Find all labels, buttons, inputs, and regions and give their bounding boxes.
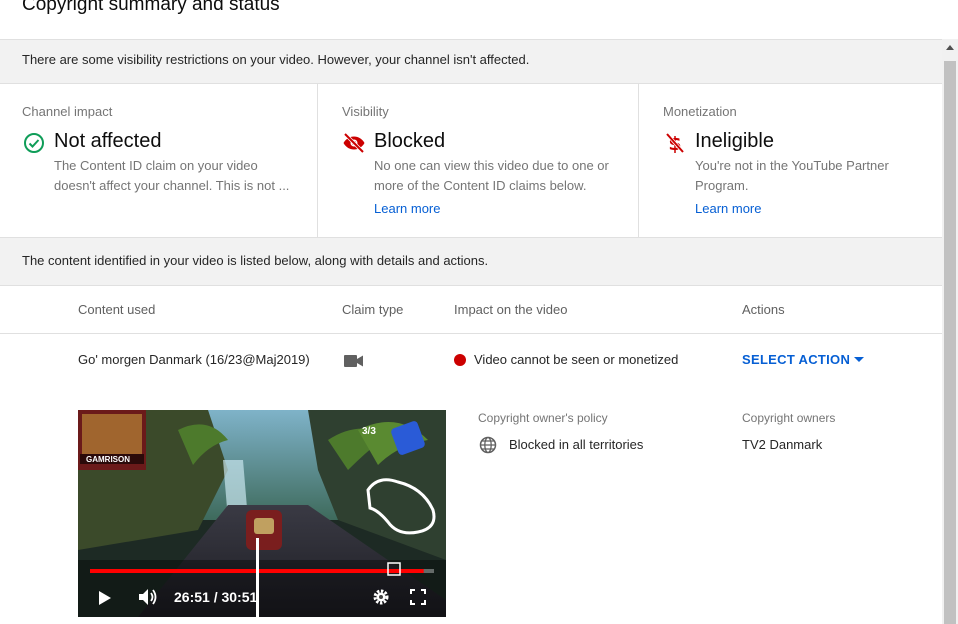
- settings-gear-icon[interactable]: [372, 588, 390, 606]
- policy-label: Copyright owner's policy: [478, 411, 608, 425]
- page-title: Copyright summary and status: [22, 0, 280, 15]
- scrollbar-thumb[interactable]: [944, 61, 956, 624]
- select-action-label: SELECT ACTION: [742, 352, 851, 367]
- policy-value: Blocked in all territories: [509, 437, 644, 452]
- header-actions: Actions: [742, 302, 785, 317]
- money-off-icon: $: [665, 132, 685, 155]
- monetization-description: You're not in the YouTube Partner Progra…: [695, 158, 889, 193]
- eye-off-icon: [343, 132, 365, 154]
- channel-impact-card: Channel impact Not affected The Content …: [0, 84, 318, 237]
- blocked-status-dot: [454, 354, 466, 366]
- content-info-bar: The content identified in your video is …: [0, 237, 942, 286]
- copyright-owners-label: Copyright owners: [742, 411, 836, 425]
- visibility-learn-more-link[interactable]: Learn more: [374, 201, 440, 216]
- copyright-owners-value: TV2 Danmark: [742, 437, 823, 452]
- monetization-label: Monetization: [663, 104, 737, 119]
- header-impact: Impact on the video: [454, 302, 568, 317]
- check-circle-icon: [24, 133, 44, 153]
- scroll-up-arrow-icon[interactable]: [946, 45, 954, 50]
- video-time: 26:51 / 30:51: [174, 589, 258, 605]
- visibility-card: Visibility Blocked No one can view this …: [318, 84, 639, 237]
- play-icon[interactable]: [98, 590, 112, 606]
- visibility-description: No one can view this video due to one or…: [374, 158, 609, 193]
- monetization-card: Monetization $ Ineligible You're not in …: [639, 84, 942, 237]
- select-action-dropdown[interactable]: SELECT ACTION: [742, 352, 850, 367]
- monetization-status: Ineligible: [695, 130, 774, 152]
- video-camera-icon: [344, 355, 363, 367]
- content-used-value: Go' morgen Danmark (16/23@Maj2019): [78, 352, 310, 367]
- visibility-notice-text: There are some visibility restrictions o…: [22, 52, 530, 67]
- chevron-down-icon[interactable]: [854, 357, 864, 362]
- claims-table-header: Content used Claim type Impact on the vi…: [0, 286, 942, 334]
- visibility-label: Visibility: [342, 104, 389, 119]
- globe-icon: [479, 436, 497, 454]
- player-name-text: GAMRISON: [86, 455, 130, 464]
- channel-impact-description: The Content ID claim on your video doesn…: [54, 158, 290, 193]
- channel-impact-status: Not affected: [54, 130, 162, 152]
- channel-impact-label: Channel impact: [22, 104, 113, 119]
- fullscreen-icon[interactable]: [410, 589, 426, 605]
- scrollbar[interactable]: [942, 39, 958, 624]
- header-content-used: Content used: [78, 302, 156, 317]
- impact-value: Video cannot be seen or monetized: [474, 352, 679, 367]
- summary-cards: Channel impact Not affected The Content …: [0, 84, 942, 237]
- visibility-status: Blocked: [374, 130, 446, 152]
- lap-counter-text: 3/3: [362, 426, 376, 437]
- content-info-text: The content identified in your video is …: [22, 253, 489, 268]
- video-player[interactable]: GAMRISON 3/3 26:51 / 30:51: [78, 410, 446, 617]
- video-frame: GAMRISON 3/3: [78, 410, 446, 617]
- visibility-notice: There are some visibility restrictions o…: [0, 39, 942, 84]
- monetization-learn-more-link[interactable]: Learn more: [695, 201, 761, 216]
- volume-icon[interactable]: [138, 588, 158, 606]
- header-claim-type: Claim type: [342, 302, 404, 317]
